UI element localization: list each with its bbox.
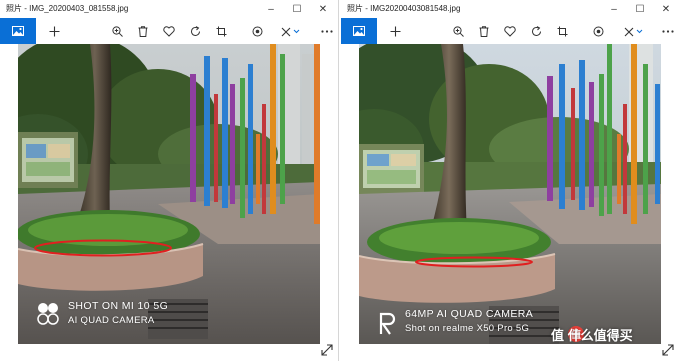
- favorite-button[interactable]: [501, 18, 519, 44]
- image-viewer: 值 64MP AI QUAD CAMERA Shot on realme X50…: [341, 44, 679, 361]
- title-bar[interactable]: 照片 - IMG_20200403_081558.jpg – ☐ ✕: [0, 0, 338, 18]
- rotate-button[interactable]: [527, 18, 545, 44]
- edit-button[interactable]: [621, 18, 647, 44]
- image-view-icon: [353, 26, 365, 36]
- add-icon: [390, 26, 400, 36]
- enhance-icon: [593, 26, 603, 36]
- crop-icon: [216, 26, 226, 36]
- enhance-icon: [252, 26, 262, 36]
- edit-button[interactable]: [278, 18, 304, 44]
- zoom-button[interactable]: [108, 18, 126, 44]
- minimize-button[interactable]: –: [601, 0, 627, 18]
- watermark-line1: SHOT ON MI 10 5G: [68, 300, 169, 312]
- delete-button[interactable]: [475, 18, 493, 44]
- image-view-icon: [12, 26, 24, 36]
- crop-button[interactable]: [553, 18, 571, 44]
- watermark-line1: 64MP AI QUAD CAMERA: [405, 308, 534, 320]
- title-bar[interactable]: 照片 - IMG20200403081548.jpg – ☐ ✕: [341, 0, 679, 18]
- rotate-button[interactable]: [186, 18, 204, 44]
- close-button[interactable]: ✕: [310, 0, 336, 18]
- zoom-button[interactable]: [449, 18, 467, 44]
- watermark-line2: AI QUAD CAMERA: [68, 315, 155, 326]
- more-button[interactable]: [659, 18, 677, 44]
- park-photo: [18, 44, 320, 344]
- image-viewer: SHOT ON MI 10 5G AI QUAD CAMERA: [0, 44, 338, 361]
- image-view-button[interactable]: [0, 18, 36, 44]
- rotate-icon: [190, 25, 200, 36]
- enhance-button[interactable]: [589, 18, 607, 44]
- more-button[interactable]: [318, 18, 336, 44]
- toolbar: [341, 18, 679, 44]
- rotate-icon: [531, 25, 541, 36]
- more-icon: [662, 29, 674, 33]
- window-title: 照片 - IMG20200403081548.jpg: [347, 4, 461, 13]
- delete-icon: [479, 25, 489, 37]
- photos-window-right: 照片 - IMG20200403081548.jpg – ☐ ✕ 值 64MP …: [341, 0, 679, 361]
- photos-window-left: 照片 - IMG_20200403_081558.jpg – ☐ ✕ SHOT …: [0, 0, 338, 361]
- site-watermark: 值 什么值得买: [551, 328, 633, 343]
- maximize-button[interactable]: ☐: [284, 0, 310, 18]
- add-icon: [49, 26, 59, 36]
- edit-icon: [624, 27, 643, 36]
- image-view-button[interactable]: [341, 18, 377, 44]
- favorite-button[interactable]: [160, 18, 178, 44]
- maximize-button[interactable]: ☐: [627, 0, 653, 18]
- add-button[interactable]: [386, 18, 404, 44]
- crop-icon: [557, 26, 567, 36]
- expand-icon[interactable]: [662, 344, 674, 356]
- close-button[interactable]: ✕: [653, 0, 679, 18]
- toolbar: [0, 18, 338, 44]
- zoom-icon: [452, 25, 464, 37]
- photo[interactable]: 值 64MP AI QUAD CAMERA Shot on realme X50…: [359, 44, 661, 344]
- delete-icon: [138, 25, 148, 37]
- window-title: 照片 - IMG_20200403_081558.jpg: [6, 4, 129, 13]
- edit-icon: [281, 27, 300, 36]
- park-photo: 值: [359, 44, 661, 344]
- zoom-icon: [111, 25, 123, 37]
- crop-button[interactable]: [212, 18, 230, 44]
- minimize-button[interactable]: –: [258, 0, 284, 18]
- expand-icon[interactable]: [321, 344, 333, 356]
- delete-button[interactable]: [134, 18, 152, 44]
- photo[interactable]: SHOT ON MI 10 5G AI QUAD CAMERA: [18, 44, 320, 344]
- more-icon: [321, 29, 333, 33]
- favorite-icon: [504, 25, 516, 37]
- add-button[interactable]: [45, 18, 63, 44]
- enhance-button[interactable]: [248, 18, 266, 44]
- favorite-icon: [163, 25, 175, 37]
- watermark-line2: Shot on realme X50 Pro 5G: [405, 323, 530, 334]
